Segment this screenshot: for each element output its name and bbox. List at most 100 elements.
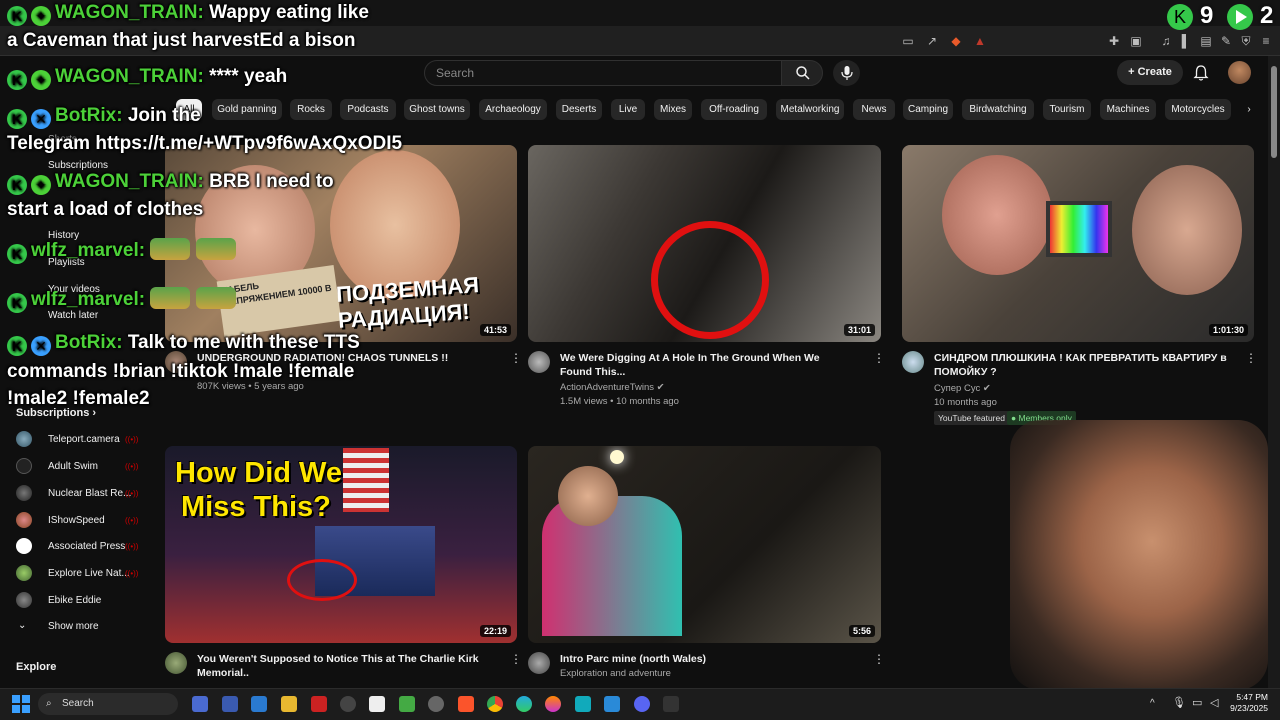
- channel-avatar-ebike-eddie: [16, 592, 32, 608]
- app-icon[interactable]: [340, 696, 356, 712]
- chip-motorcycles[interactable]: Motorcycles: [1165, 99, 1231, 120]
- thumbnail-person: [542, 496, 682, 636]
- video-channel[interactable]: ActionAdventureTwins ✔: [560, 381, 665, 395]
- chip-off-roading[interactable]: Off-roading: [701, 99, 767, 120]
- chip-metalworking[interactable]: Metalworking: [776, 99, 844, 120]
- video-title[interactable]: Intro Parc mine (north Wales): [560, 652, 850, 666]
- subscription-explore-live-nature[interactable]: Explore Live Nat...: [48, 568, 130, 579]
- more-actions-icon[interactable]: ⋮: [1245, 352, 1257, 364]
- chip-deserts[interactable]: Deserts: [556, 99, 602, 120]
- create-button[interactable]: + Create: [1117, 60, 1183, 85]
- chip-ghost-towns[interactable]: Ghost towns: [404, 99, 470, 120]
- chrome-icon[interactable]: [487, 696, 503, 712]
- chat-emote: [150, 238, 191, 260]
- brave-browser-icon[interactable]: [458, 696, 474, 712]
- chips-next-arrow[interactable]: ›: [1240, 99, 1258, 120]
- firefox-icon[interactable]: [545, 696, 561, 712]
- edge-icon[interactable]: [516, 696, 532, 712]
- subscription-ishowspeed[interactable]: IShowSpeed: [48, 515, 105, 526]
- app-icon[interactable]: [369, 696, 385, 712]
- chat-message: K ✕ BotRix: Talk to me with these TTS: [7, 330, 360, 356]
- search-button[interactable]: [781, 60, 823, 86]
- app-icon[interactable]: [222, 696, 238, 712]
- video-channel[interactable]: Супер Сус ✔: [934, 382, 991, 396]
- video-title[interactable]: We Were Digging At A Hole In The Ground …: [560, 351, 850, 379]
- chip-machines[interactable]: Machines: [1100, 99, 1156, 120]
- menu-icon[interactable]: ≡: [1258, 33, 1274, 49]
- app-icon[interactable]: [311, 696, 327, 712]
- channel-avatar[interactable]: [902, 351, 924, 373]
- search-input[interactable]: Search: [424, 60, 782, 86]
- subscription-adult-swim[interactable]: Adult Swim: [48, 461, 98, 472]
- channel-avatar[interactable]: [528, 351, 550, 373]
- taskbar-clock[interactable]: 5:47 PM 9/23/2025: [1230, 692, 1268, 714]
- account-avatar[interactable]: [1228, 61, 1251, 84]
- subscription-nuclear-blast[interactable]: Nuclear Blast Re...: [48, 488, 131, 499]
- app-icon[interactable]: [663, 696, 679, 712]
- volume-icon[interactable]: ◁: [1210, 696, 1222, 712]
- reader-icon[interactable]: ▌: [1178, 33, 1194, 49]
- subscription-ebike-eddie[interactable]: Ebike Eddie: [48, 595, 101, 606]
- chat-text: a Caveman that just harvestEd a bison: [7, 30, 356, 51]
- brave-shield-icon[interactable]: ◆: [948, 33, 964, 49]
- task-view-icon[interactable]: [192, 696, 208, 712]
- video-thumbnail-4[interactable]: How Did We Miss This? 22:19: [165, 446, 517, 643]
- chip-mixes[interactable]: Mixes: [654, 99, 692, 120]
- network-icon[interactable]: ▭: [1192, 696, 1204, 712]
- chip-camping[interactable]: Camping: [903, 99, 953, 120]
- chip-gold-panning[interactable]: Gold panning: [212, 99, 282, 120]
- video-thumbnail-3[interactable]: 1:01:30: [902, 145, 1254, 342]
- page-scrollbar-thumb[interactable]: [1271, 66, 1277, 158]
- chip-tourism[interactable]: Tourism: [1043, 99, 1091, 120]
- discord-icon[interactable]: [634, 696, 650, 712]
- taskbar-search-label: Search: [62, 698, 94, 709]
- more-actions-icon[interactable]: ⋮: [873, 352, 885, 364]
- voice-search-button[interactable]: [833, 60, 860, 86]
- chip-rocks[interactable]: Rocks: [290, 99, 332, 120]
- more-actions-icon[interactable]: ⋮: [510, 653, 522, 665]
- sub-badge-icon: ✦: [31, 175, 51, 195]
- app-icon[interactable]: [251, 696, 267, 712]
- chip-news[interactable]: News: [853, 99, 895, 120]
- more-actions-icon[interactable]: ⋮: [510, 352, 522, 364]
- extensions-icon[interactable]: ✚: [1106, 33, 1122, 49]
- subscription-associated-press[interactable]: Associated Press: [48, 541, 125, 552]
- chip-birdwatching[interactable]: Birdwatching: [962, 99, 1034, 120]
- media-icon[interactable]: ♫: [1158, 33, 1174, 49]
- app-icon[interactable]: [399, 696, 415, 712]
- microphone-icon[interactable]: 🎙: [1172, 696, 1186, 712]
- share-icon[interactable]: ↗: [924, 33, 940, 49]
- windows-start-icon[interactable]: [12, 695, 30, 713]
- vscode-icon[interactable]: [604, 696, 620, 712]
- chip-archaeology[interactable]: Archaeology: [479, 99, 547, 120]
- wallet-icon[interactable]: ▤: [1198, 33, 1214, 49]
- app-icon[interactable]: [428, 696, 444, 712]
- notifications-bell-icon[interactable]: [1192, 64, 1210, 82]
- taskbar-search[interactable]: ⌕ Search: [38, 693, 178, 715]
- app-icon[interactable]: [575, 696, 591, 712]
- video-title[interactable]: СИНДРОМ ПЛЮШКИНА ! КАК ПРЕВРАТИТЬ КВАРТИ…: [934, 351, 1234, 379]
- video-thumbnail-2[interactable]: 31:01: [528, 145, 881, 342]
- more-actions-icon[interactable]: ⋮: [873, 653, 885, 665]
- cast-icon[interactable]: ▭: [900, 33, 916, 49]
- chip-podcasts[interactable]: Podcasts: [340, 99, 396, 120]
- video-channel[interactable]: Exploration and adventure: [560, 667, 671, 681]
- channel-avatar[interactable]: [165, 652, 187, 674]
- chat-message: !male2 !female2: [7, 386, 150, 412]
- leo-icon[interactable]: ✎: [1218, 33, 1234, 49]
- thumbnail-face-left: [942, 155, 1052, 275]
- video-thumbnail-5[interactable]: 5:56: [528, 446, 881, 643]
- live-dot-icon: ((•)): [125, 542, 139, 551]
- video-duration: 31:01: [843, 324, 875, 336]
- chat-emote: [150, 287, 191, 309]
- chevron-up-icon[interactable]: ^: [1150, 699, 1160, 709]
- chip-live[interactable]: Live: [611, 99, 645, 120]
- vpn-icon[interactable]: ⛨: [1238, 33, 1254, 49]
- sidebar-toggle-icon[interactable]: ▣: [1128, 33, 1144, 49]
- video-title[interactable]: You Weren't Supposed to Notice This at T…: [197, 652, 497, 680]
- subscription-teleport-camera[interactable]: Teleport.camera: [48, 434, 120, 445]
- file-explorer-icon[interactable]: [281, 696, 297, 712]
- sidebar-show-more[interactable]: Show more: [48, 621, 99, 632]
- brave-rewards-icon[interactable]: ▲: [972, 33, 988, 49]
- channel-avatar[interactable]: [528, 652, 550, 674]
